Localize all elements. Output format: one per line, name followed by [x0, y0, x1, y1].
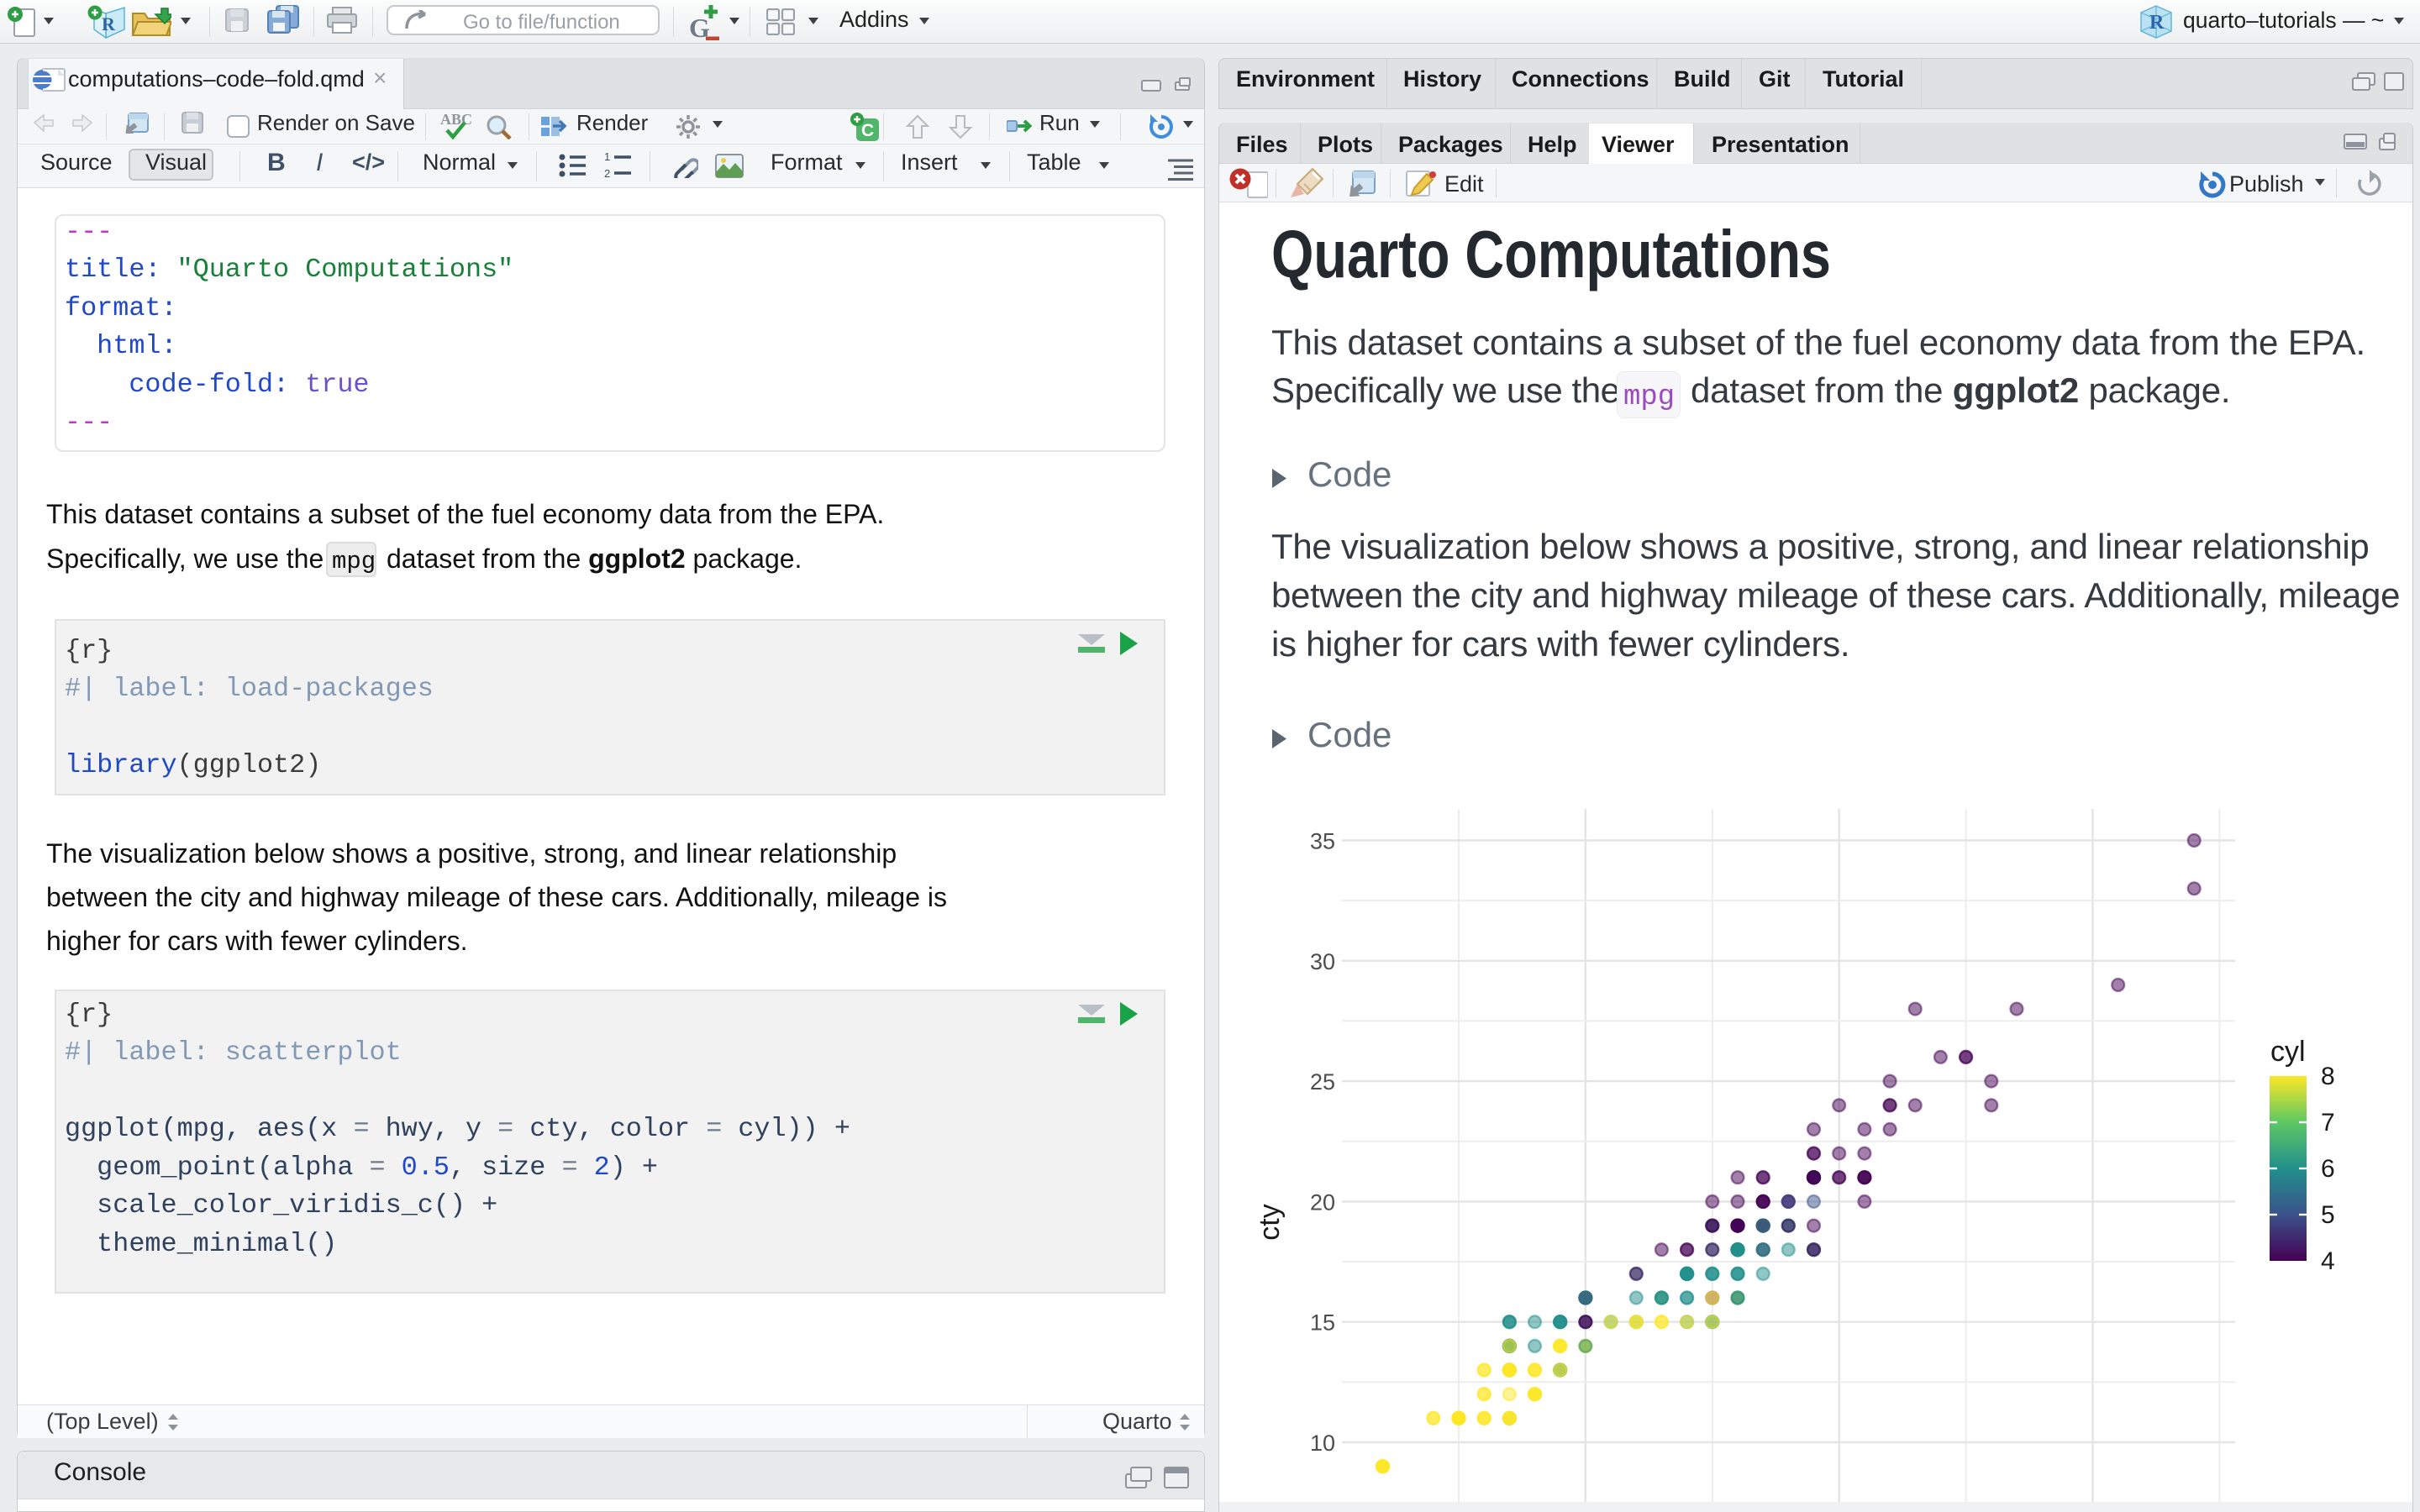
svg-text:4: 4: [2321, 1247, 2335, 1275]
svg-text:8: 8: [2321, 1063, 2335, 1090]
svg-text:25: 25: [1310, 1069, 1335, 1095]
svg-text:G: G: [689, 13, 710, 40]
svg-text:7: 7: [2321, 1109, 2335, 1137]
svg-text:15: 15: [1310, 1310, 1335, 1336]
svg-text:R: R: [2149, 12, 2165, 34]
svg-text:R: R: [102, 13, 116, 34]
svg-text:6: 6: [2321, 1155, 2335, 1183]
svg-text:30: 30: [1310, 949, 1335, 974]
svg-text:cty: cty: [1254, 1204, 1286, 1240]
svg-text:10: 10: [1310, 1431, 1335, 1456]
svg-text:5: 5: [2321, 1201, 2335, 1229]
svg-text:1: 1: [604, 153, 610, 163]
svg-text:20: 20: [1310, 1189, 1335, 1215]
svg-text:35: 35: [1310, 829, 1335, 854]
svg-text:cyl: cyl: [2270, 1036, 2306, 1068]
svg-text:ABC: ABC: [440, 112, 472, 128]
svg-text:2: 2: [604, 167, 610, 178]
svg-text:C: C: [861, 121, 874, 140]
